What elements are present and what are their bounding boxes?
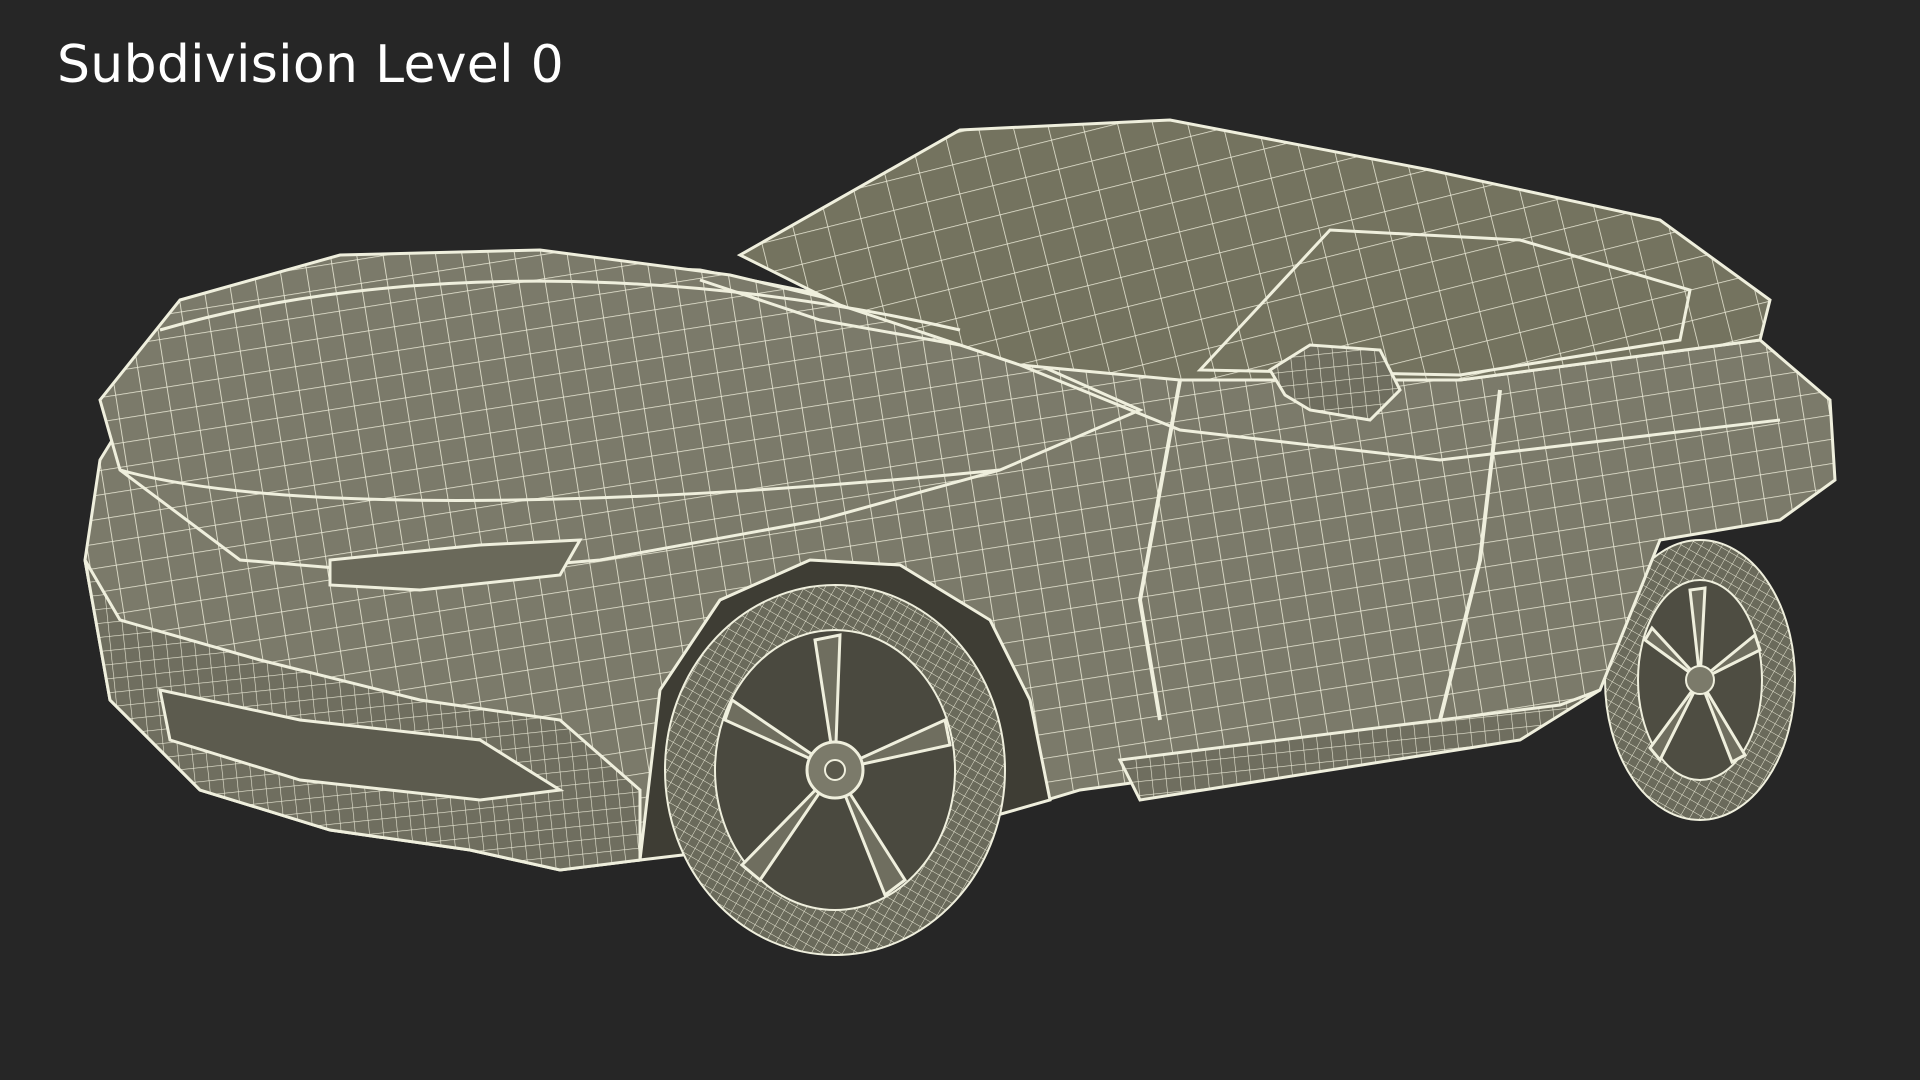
viewport: Subdivision Level 0 <box>0 0 1920 1080</box>
front-wheel <box>664 584 1006 956</box>
car-wireframe-render <box>83 118 1837 956</box>
subdivision-level-caption: Subdivision Level 0 <box>57 35 565 95</box>
